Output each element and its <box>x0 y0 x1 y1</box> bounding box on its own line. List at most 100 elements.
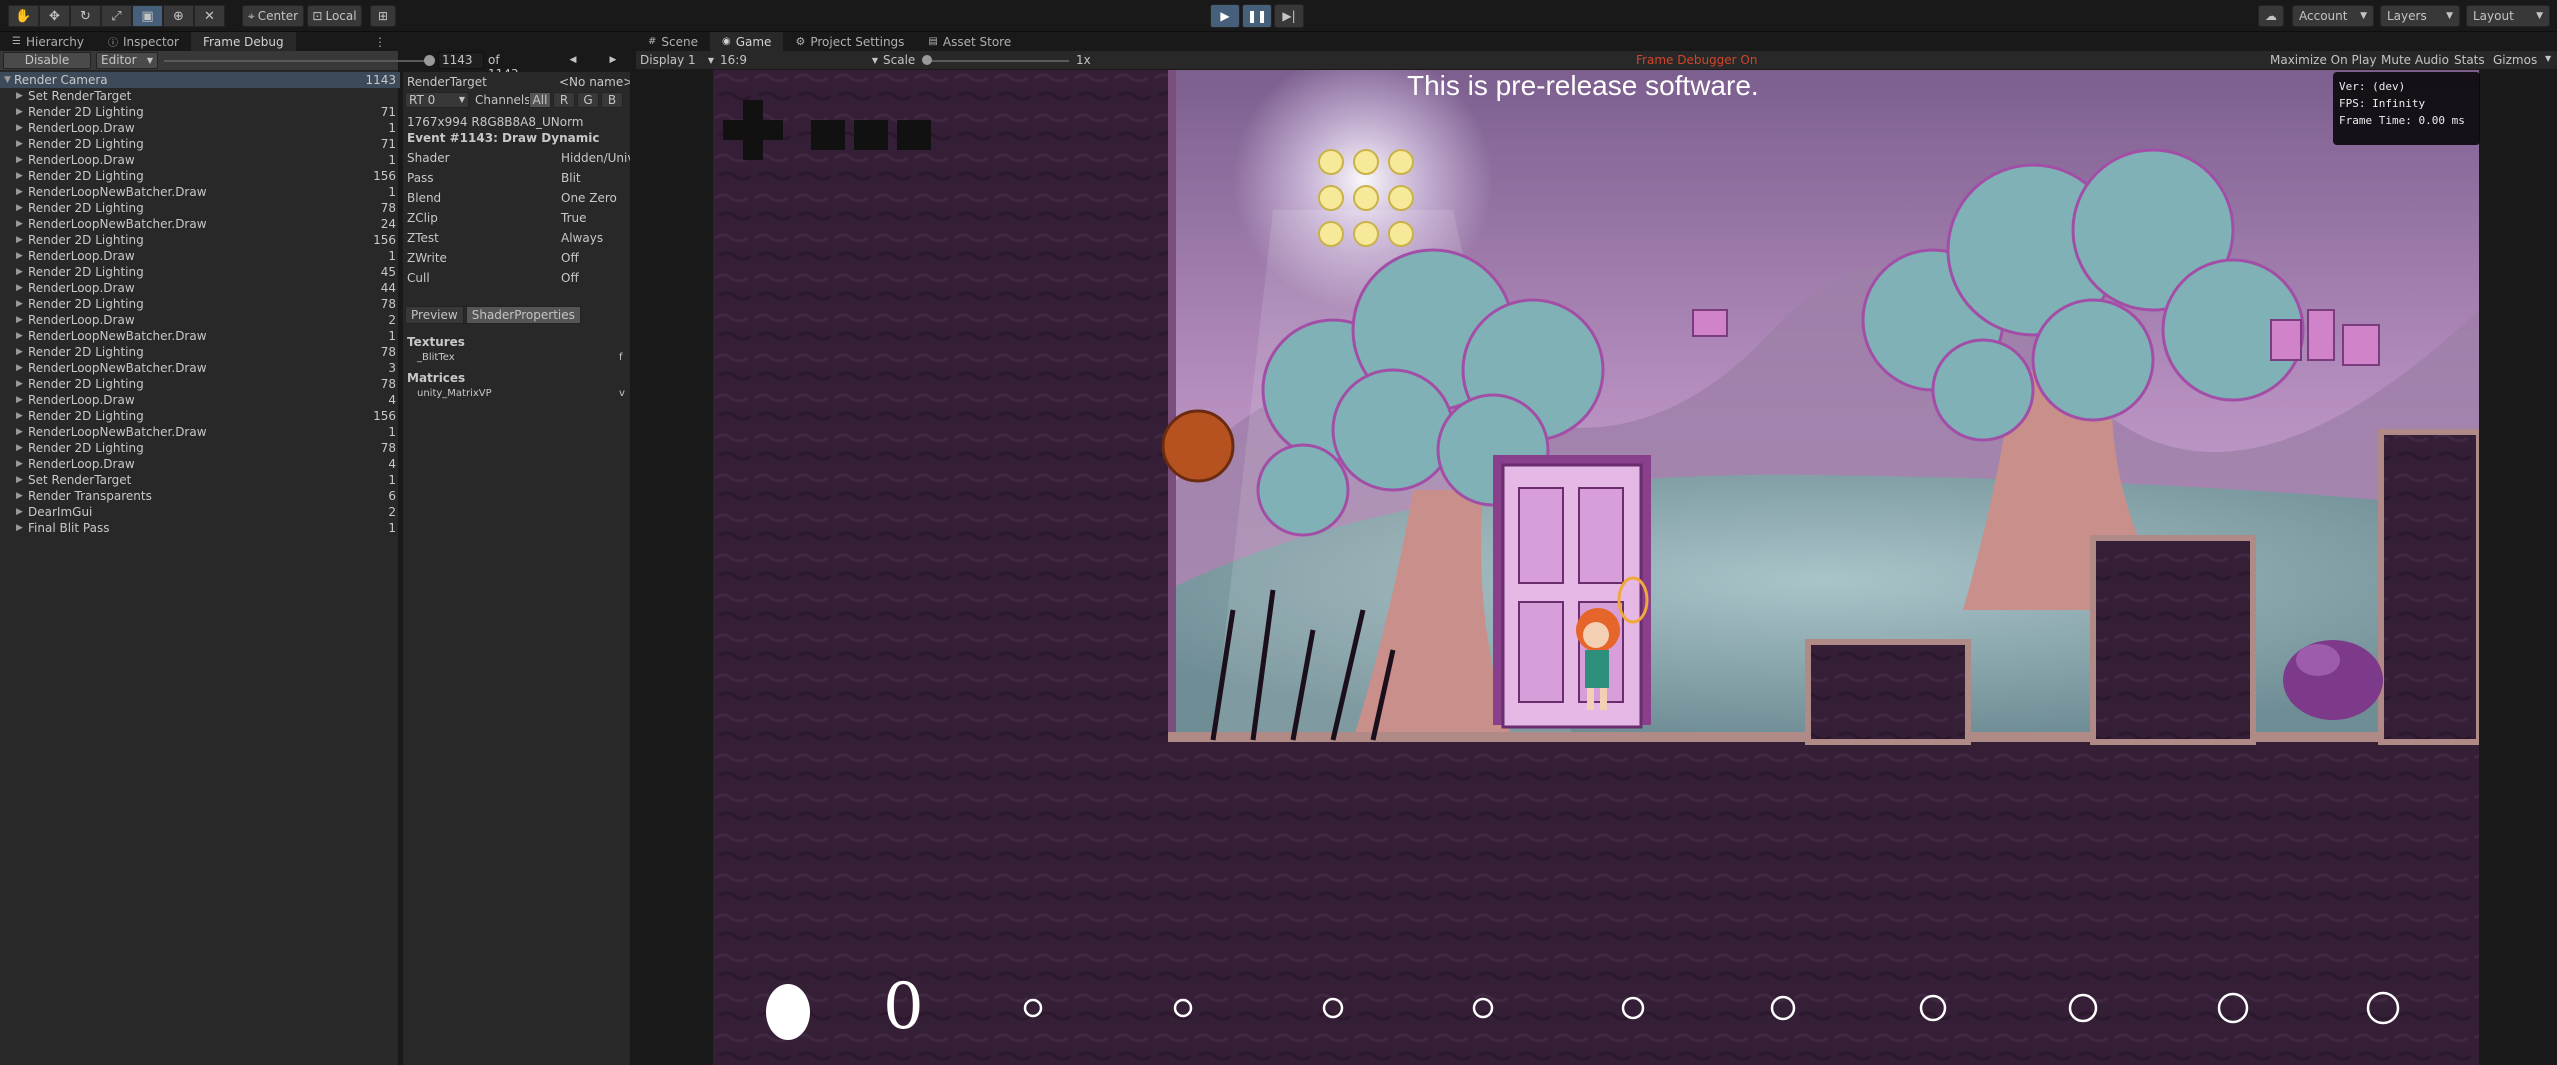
event-tree-row[interactable]: ▶ Render 2D Lighting 45 <box>0 264 400 280</box>
event-slider-thumb[interactable] <box>424 55 435 66</box>
event-tree-row[interactable]: ▶ RenderLoop.Draw 1 <box>0 152 400 168</box>
expand-closed-icon[interactable]: ▶ <box>16 88 23 104</box>
tab-shader-properties[interactable]: ShaderProperties <box>465 306 581 324</box>
expand-closed-icon[interactable]: ▶ <box>16 248 23 264</box>
scale-tool-icon[interactable]: ⤢ <box>101 5 132 27</box>
event-tree-row[interactable]: ▶ Render 2D Lighting 156 <box>0 232 400 248</box>
expand-closed-icon[interactable]: ▶ <box>16 104 23 120</box>
grid-snap-button[interactable]: ⊞ <box>370 5 396 27</box>
tab-scene[interactable]: # Scene <box>636 32 710 51</box>
event-tree-row[interactable]: ▶ Render 2D Lighting 78 <box>0 344 400 360</box>
event-tree-row[interactable]: ▶ Final Blit Pass 1 <box>0 520 400 536</box>
expand-closed-icon[interactable]: ▶ <box>16 360 23 376</box>
mute-audio-toggle[interactable]: Mute Audio <box>2381 53 2449 67</box>
expand-closed-icon[interactable]: ▶ <box>16 488 23 504</box>
account-dropdown[interactable]: Account ▼ <box>2292 5 2374 27</box>
mode-dropdown[interactable]: Editor ▼ <box>96 52 158 69</box>
event-tree-row[interactable]: ▶ RenderLoopNewBatcher.Draw 3 <box>0 360 400 376</box>
event-tree-row[interactable]: ▶ Render 2D Lighting 71 <box>0 104 400 120</box>
expand-closed-icon[interactable]: ▶ <box>16 280 23 296</box>
expand-closed-icon[interactable]: ▶ <box>16 376 23 392</box>
tab-inspector[interactable]: ⓘ Inspector <box>96 32 191 51</box>
tab-project-settings[interactable]: ⚙ Project Settings <box>783 32 916 51</box>
tab-game[interactable]: ◉ Game <box>709 32 784 51</box>
expand-closed-icon[interactable]: ▶ <box>16 136 23 152</box>
next-event-button[interactable]: ▶ <box>600 52 626 69</box>
expand-closed-icon[interactable]: ▶ <box>16 344 23 360</box>
expand-closed-icon[interactable]: ▶ <box>16 504 23 520</box>
event-tree-row[interactable]: ▶ Render 2D Lighting 156 <box>0 168 400 184</box>
expand-closed-icon[interactable]: ▶ <box>16 408 23 424</box>
layout-dropdown[interactable]: Layout ▼ <box>2466 5 2550 27</box>
event-tree-row[interactable]: ▶ Render 2D Lighting 78 <box>0 440 400 456</box>
expand-closed-icon[interactable]: ▶ <box>16 120 23 136</box>
tab-hierarchy[interactable]: ☰ Hierarchy <box>0 32 96 51</box>
pivot-local-button[interactable]: ⊡ Local <box>307 5 362 27</box>
event-slider-track[interactable] <box>164 60 430 62</box>
prev-event-button[interactable]: ◀ <box>560 52 586 69</box>
play-button[interactable]: ▶ <box>1210 4 1240 28</box>
expand-closed-icon[interactable]: ▶ <box>16 152 23 168</box>
expand-closed-icon[interactable]: ▶ <box>16 312 23 328</box>
expand-closed-icon[interactable]: ▶ <box>16 472 23 488</box>
pause-button[interactable]: ❚❚ <box>1242 4 1272 28</box>
expand-closed-icon[interactable]: ▶ <box>16 296 23 312</box>
event-tree-row[interactable]: ▶ RenderLoop.Draw 2 <box>0 312 400 328</box>
maximize-on-play-toggle[interactable]: Maximize On Play <box>2270 53 2377 67</box>
event-tree-row[interactable]: ▶ Render 2D Lighting 71 <box>0 136 400 152</box>
tab-preview[interactable]: Preview <box>405 306 464 324</box>
scale-slider-track[interactable] <box>923 60 1069 62</box>
expand-closed-icon[interactable]: ▶ <box>16 440 23 456</box>
event-tree-row[interactable]: ▶ RenderLoopNewBatcher.Draw 1 <box>0 328 400 344</box>
game-viewport[interactable]: 0 <box>713 70 2479 1065</box>
event-tree-row[interactable]: ▶ Render 2D Lighting 78 <box>0 200 400 216</box>
gizmos-toggle[interactable]: Gizmos <box>2493 53 2537 67</box>
stats-toggle[interactable]: Stats <box>2454 53 2485 67</box>
event-tree-row[interactable]: ▶ DearImGui 2 <box>0 504 400 520</box>
event-tree-row[interactable]: ▶ RenderLoop.Draw 4 <box>0 392 400 408</box>
cloud-button[interactable]: ☁ <box>2258 5 2284 27</box>
event-tree-row[interactable]: ▶ RenderLoop.Draw 1 <box>0 120 400 136</box>
event-tree-row[interactable]: ▶ Set RenderTarget 1 <box>0 472 400 488</box>
expand-closed-icon[interactable]: ▶ <box>16 264 23 280</box>
event-tree-row[interactable]: ▶ RenderLoop.Draw 44 <box>0 280 400 296</box>
channel-g-button[interactable]: G <box>577 92 599 108</box>
step-button[interactable]: ▶| <box>1274 4 1304 28</box>
event-tree-row[interactable]: ▶ RenderLoopNewBatcher.Draw 1 <box>0 184 400 200</box>
rotate-tool-icon[interactable]: ↻ <box>70 5 101 27</box>
expand-closed-icon[interactable]: ▶ <box>16 216 23 232</box>
transform-tool-icon[interactable]: ⊕ <box>163 5 194 27</box>
aspect-dropdown[interactable]: 16:9 ▼ <box>720 52 880 69</box>
event-tree-row[interactable]: ▶ Render 2D Lighting 78 <box>0 376 400 392</box>
expand-closed-icon[interactable]: ▶ <box>16 392 23 408</box>
expand-closed-icon[interactable]: ▶ <box>16 232 23 248</box>
channel-all-button[interactable]: All <box>529 92 551 108</box>
expand-closed-icon[interactable]: ▶ <box>16 168 23 184</box>
disable-button[interactable]: Disable <box>3 52 91 69</box>
event-tree-row[interactable]: ▶ Render 2D Lighting 78 <box>0 296 400 312</box>
event-tree-row[interactable]: ▶ RenderLoop.Draw 1 <box>0 248 400 264</box>
rt-dropdown[interactable]: RT 0 ▼ <box>405 92 469 108</box>
channel-r-button[interactable]: R <box>553 92 575 108</box>
panel-menu-button[interactable]: ⋮ <box>362 32 398 51</box>
move-tool-icon[interactable]: ✥ <box>39 5 70 27</box>
tab-frame-debug[interactable]: Frame Debug <box>190 32 296 51</box>
expand-closed-icon[interactable]: ▶ <box>16 200 23 216</box>
custom-tool-icon[interactable]: ✕ <box>194 5 225 27</box>
rect-tool-icon[interactable]: ▣ <box>132 5 163 27</box>
event-tree-row[interactable]: ▶ RenderLoopNewBatcher.Draw 24 <box>0 216 400 232</box>
channel-b-button[interactable]: B <box>601 92 623 108</box>
event-index-input[interactable]: 1143 <box>438 52 484 69</box>
expand-open-icon[interactable]: ▼ <box>4 72 11 88</box>
expand-closed-icon[interactable]: ▶ <box>16 328 23 344</box>
event-tree-row[interactable]: ▼ Render Camera 1143 <box>0 72 400 88</box>
event-tree-row[interactable]: ▶ Render Transparents 6 <box>0 488 400 504</box>
layers-dropdown[interactable]: Layers ▼ <box>2380 5 2460 27</box>
event-tree-row[interactable]: ▶ Render 2D Lighting 156 <box>0 408 400 424</box>
pivot-center-button[interactable]: ⌖ Center <box>242 5 304 27</box>
event-tree-row[interactable]: ▶ RenderLoopNewBatcher.Draw 1 <box>0 424 400 440</box>
expand-closed-icon[interactable]: ▶ <box>16 456 23 472</box>
event-tree-row[interactable]: ▶ RenderLoop.Draw 4 <box>0 456 400 472</box>
expand-closed-icon[interactable]: ▶ <box>16 184 23 200</box>
hand-tool-icon[interactable]: ✋ <box>8 5 39 27</box>
